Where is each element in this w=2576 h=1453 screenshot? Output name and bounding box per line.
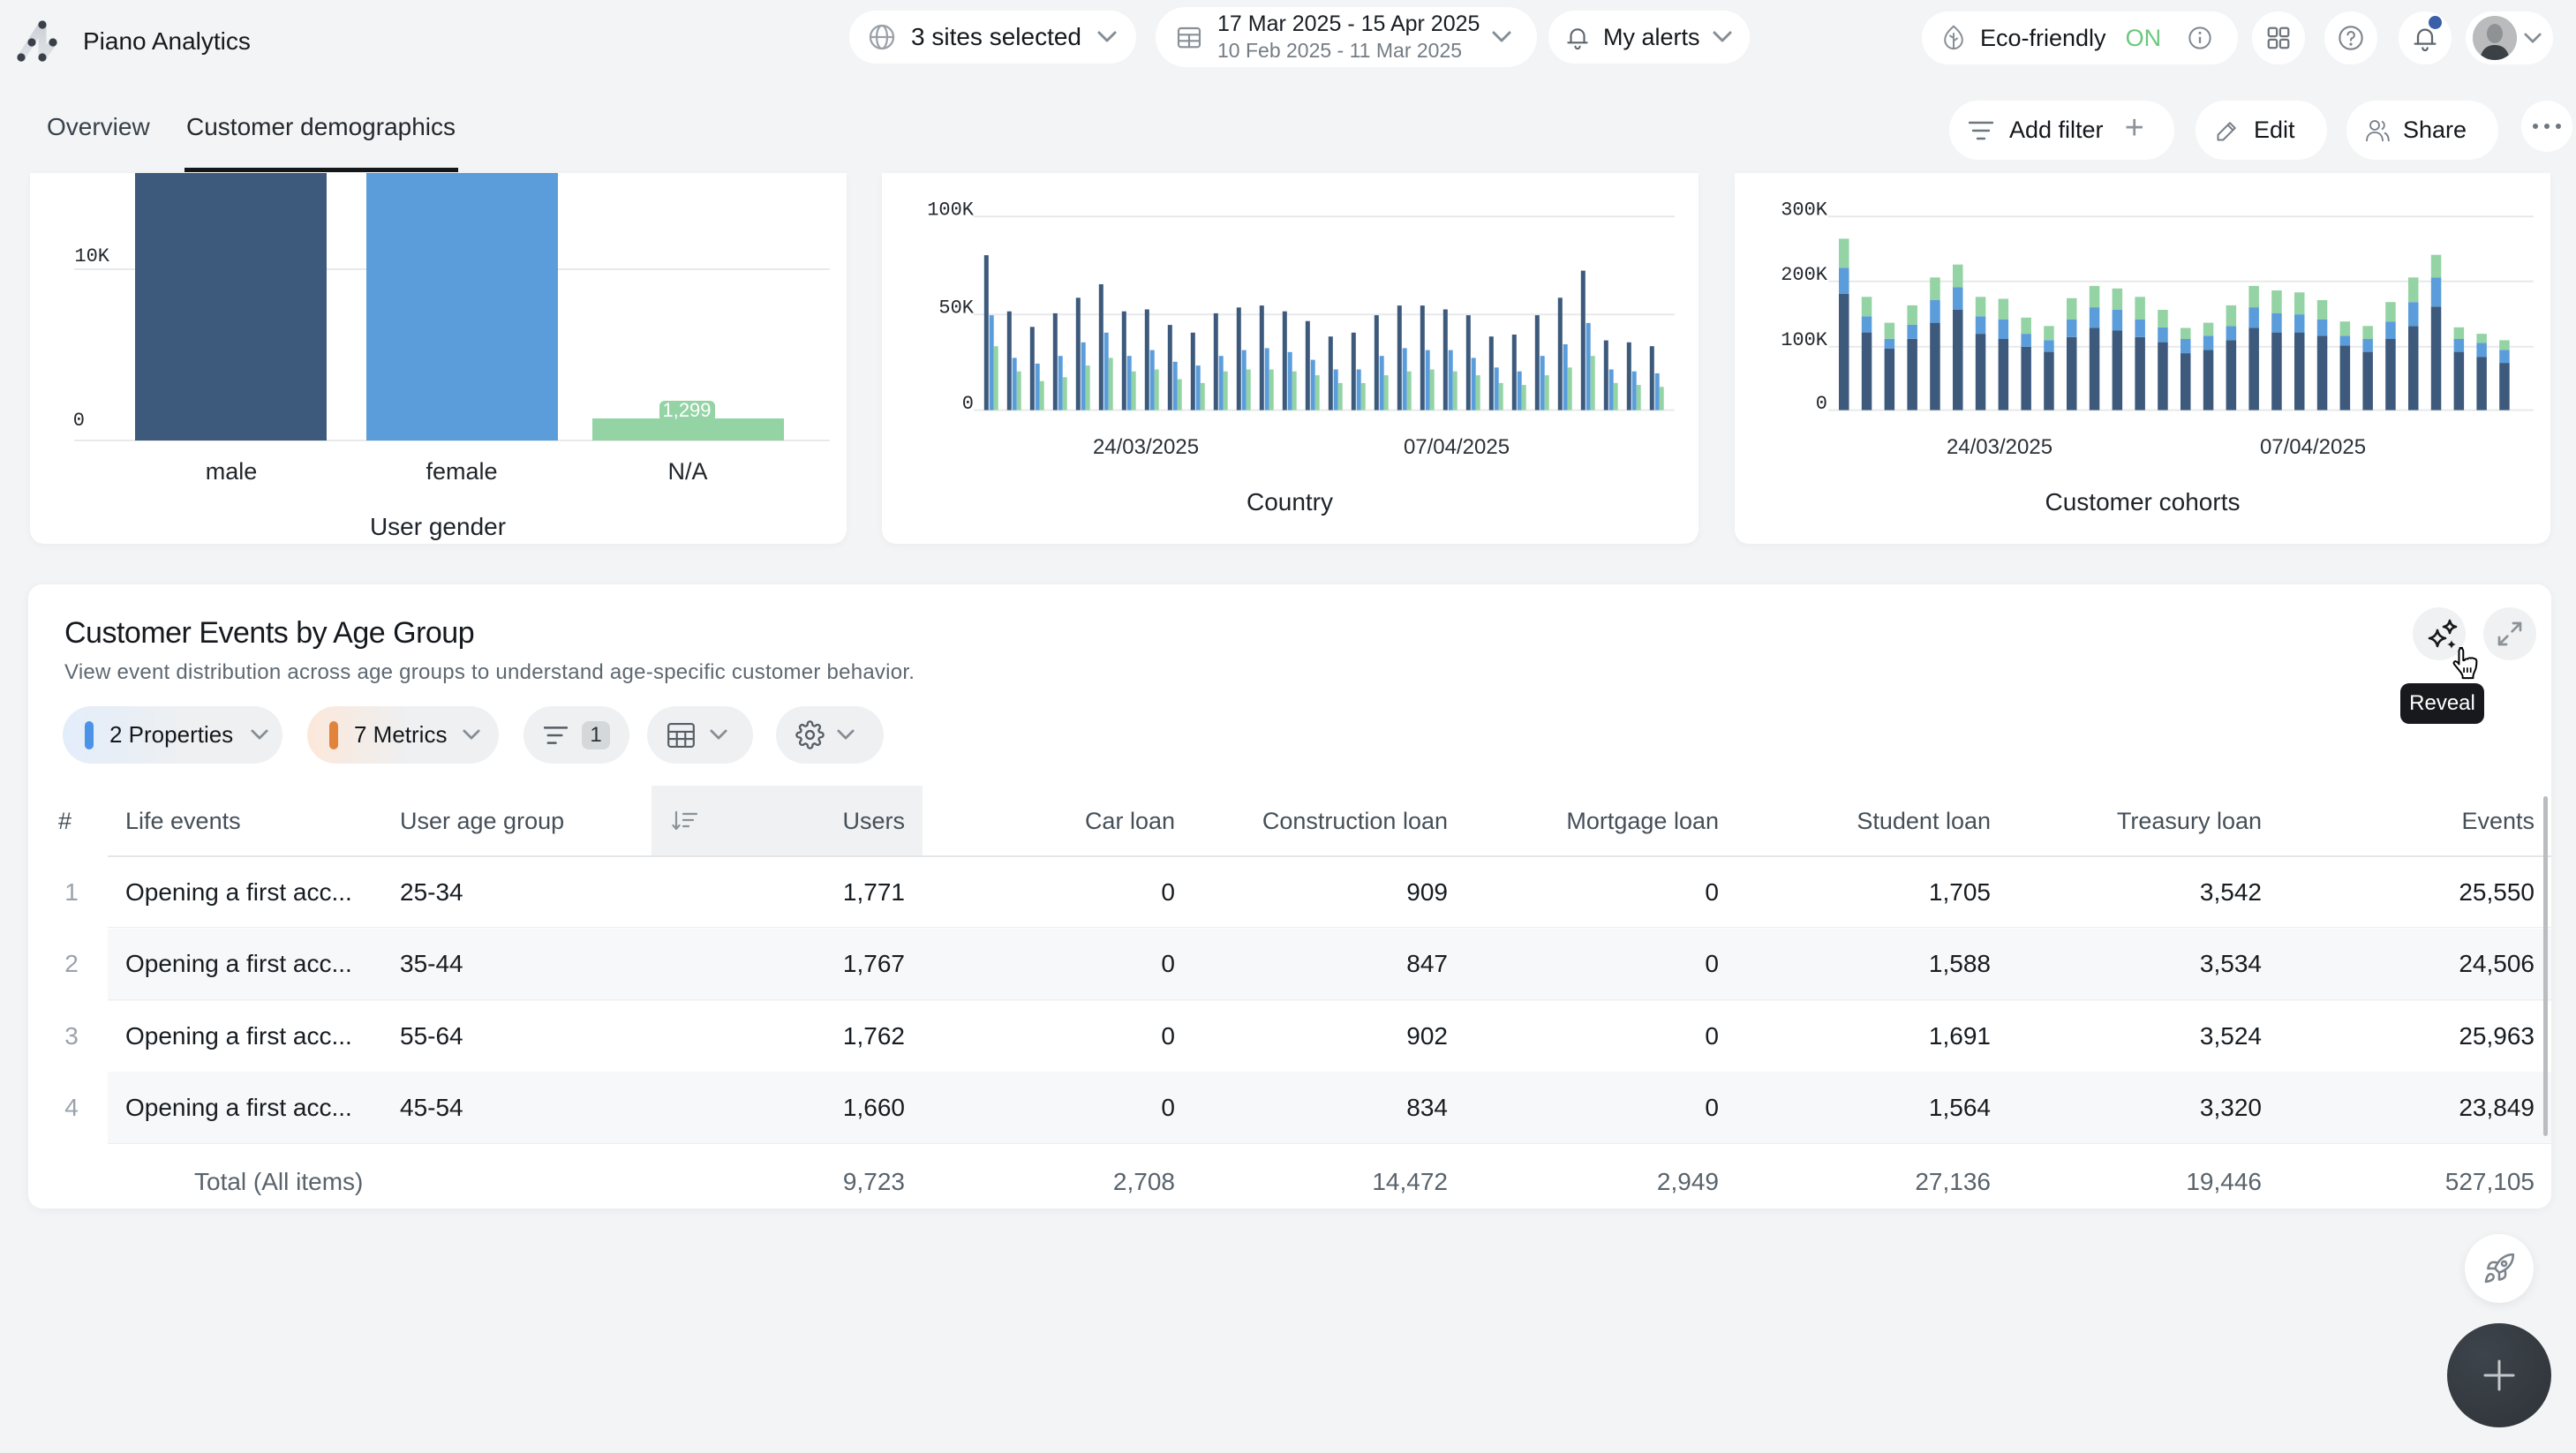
svg-text:07/04/2025: 07/04/2025	[2260, 435, 2366, 459]
svg-text:300K: 300K	[1781, 200, 1828, 222]
svg-text:50K: 50K	[938, 297, 974, 320]
svg-text:24/03/2025: 24/03/2025	[1947, 435, 2053, 459]
svg-text:0: 0	[1816, 393, 1827, 415]
svg-text:N/A: N/A	[667, 458, 707, 485]
svg-text:Country: Country	[1247, 488, 1333, 516]
svg-text:24/03/2025: 24/03/2025	[1093, 435, 1199, 459]
svg-text:100K: 100K	[1781, 329, 1828, 351]
svg-text:0: 0	[962, 393, 974, 415]
svg-text:100K: 100K	[927, 200, 975, 222]
svg-text:male: male	[206, 458, 258, 485]
svg-text:User gender: User gender	[370, 513, 506, 540]
svg-text:200K: 200K	[1781, 264, 1828, 286]
svg-text:female: female	[426, 458, 497, 485]
svg-text:0: 0	[73, 410, 85, 432]
svg-text:1,299: 1,299	[662, 399, 711, 421]
svg-text:Customer cohorts: Customer cohorts	[2045, 488, 2241, 516]
svg-text:10K: 10K	[74, 245, 109, 267]
svg-text:07/04/2025: 07/04/2025	[1404, 435, 1510, 459]
